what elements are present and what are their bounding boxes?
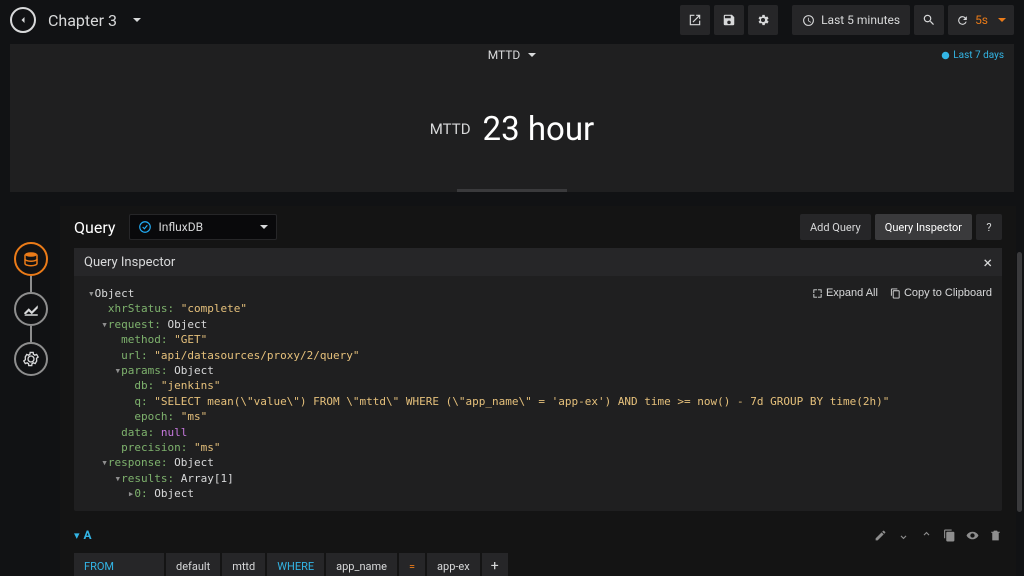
search-icon	[922, 13, 936, 27]
tab-query[interactable]	[14, 242, 48, 276]
refresh-interval-label: 5s	[975, 13, 988, 27]
tab-connector	[30, 276, 32, 292]
tag-value-segment[interactable]: app-ex	[427, 553, 480, 576]
query-row-toggle[interactable]: ▾ A	[74, 528, 92, 542]
arrow-left-icon	[17, 14, 29, 26]
stat-panel: MTTD Last 7 days MTTD 23 hour	[10, 44, 1014, 192]
add-query-button[interactable]: Add Query	[800, 214, 871, 240]
title-caret-icon[interactable]	[133, 18, 141, 22]
save-icon	[722, 13, 736, 27]
time-override-label: Last 7 days	[953, 50, 1004, 61]
help-button[interactable]: ?	[976, 214, 1002, 240]
from-keyword[interactable]: FROM	[74, 553, 164, 576]
operator-segment[interactable]: =	[399, 553, 425, 576]
copy-clipboard-button[interactable]: Copy to Clipboard	[890, 286, 992, 301]
query-row-header: ▾ A	[74, 523, 1002, 547]
refresh-button[interactable]: 5s	[948, 5, 1014, 35]
tab-connector	[30, 326, 32, 342]
panel-resize-handle[interactable]	[457, 189, 567, 192]
retention-policy-segment[interactable]: default	[166, 553, 220, 576]
expand-all-button[interactable]: Expand All	[812, 286, 878, 301]
share-icon	[688, 13, 702, 27]
stat-value-row: MTTD 23 hour	[430, 66, 594, 192]
copy-icon[interactable]	[943, 529, 956, 542]
gear-outline-icon	[22, 350, 40, 368]
datasource-select[interactable]: InfluxDB	[129, 214, 277, 240]
chevron-down-icon: ▾	[74, 529, 80, 542]
database-icon	[22, 250, 40, 268]
top-left-group: Chapter 3	[10, 7, 141, 33]
add-tag-button[interactable]: +	[482, 553, 508, 576]
inspector-body: Expand All Copy to Clipboard ▾Object xhr…	[74, 276, 1002, 511]
eye-icon[interactable]	[966, 529, 979, 542]
refresh-icon	[956, 14, 969, 27]
editor-tab-strip	[14, 242, 48, 376]
query-editor: Query InfluxDB Add Query Query Inspector…	[60, 206, 1016, 576]
dashboard-title[interactable]: Chapter 3	[44, 11, 121, 30]
arrow-down-icon[interactable]	[897, 529, 910, 542]
editor-header-right: Add Query Query Inspector ?	[800, 214, 1002, 240]
back-button[interactable]	[10, 7, 36, 33]
refresh-caret-icon	[998, 18, 1006, 22]
measurement-segment[interactable]: mttd	[222, 553, 265, 576]
datasource-name: InfluxDB	[158, 220, 203, 234]
query-inspector-panel: Query Inspector × Expand All Copy to Cli…	[74, 248, 1002, 511]
inspector-close-button[interactable]: ×	[983, 253, 992, 272]
chart-icon	[22, 300, 40, 318]
editor-header: Query InfluxDB Add Query Query Inspector…	[60, 206, 1016, 248]
editor-header-left: Query InfluxDB	[74, 214, 277, 240]
inspector-actions: Expand All Copy to Clipboard	[812, 286, 992, 301]
clock-icon	[941, 51, 950, 60]
zoom-out-button[interactable]	[914, 5, 944, 35]
inspector-header: Query Inspector ×	[74, 248, 1002, 276]
panel-title-row[interactable]: MTTD	[10, 44, 1014, 66]
query-letter: A	[84, 528, 92, 542]
time-range-button[interactable]: Last 5 minutes	[792, 5, 910, 35]
time-override-indicator[interactable]: Last 7 days	[941, 50, 1004, 61]
stat-value: 23 hour	[483, 110, 595, 149]
datasource-caret-icon	[260, 225, 268, 229]
where-keyword[interactable]: WHERE	[267, 553, 324, 576]
query-builder-row: FROM default mttd WHERE app_name = app-e…	[74, 553, 1002, 576]
save-button[interactable]	[714, 5, 744, 35]
stat-prefix-label: MTTD	[430, 120, 471, 138]
trash-icon[interactable]	[989, 529, 1002, 542]
tag-key-segment[interactable]: app_name	[326, 553, 397, 576]
time-range-label: Last 5 minutes	[821, 13, 900, 27]
editor-tab-label: Query	[74, 218, 115, 237]
panel-caret-icon	[528, 53, 536, 57]
tab-general[interactable]	[14, 342, 48, 376]
panel-title: MTTD	[488, 48, 521, 62]
expand-icon	[812, 288, 823, 299]
clock-icon	[802, 14, 815, 27]
clipboard-icon	[890, 288, 901, 299]
json-tree[interactable]: ▾Object xhrStatus: "complete" ▾request: …	[88, 286, 988, 501]
inspector-title: Query Inspector	[84, 255, 175, 270]
gear-icon	[756, 13, 770, 27]
arrow-up-icon[interactable]	[920, 529, 933, 542]
query-row-actions	[874, 529, 1002, 542]
editor-scrollbar[interactable]	[1017, 252, 1022, 512]
top-bar: Chapter 3 Last 5 minutes 5s	[0, 0, 1024, 40]
top-right-group: Last 5 minutes 5s	[680, 5, 1014, 35]
settings-button[interactable]	[748, 5, 778, 35]
influxdb-icon	[138, 220, 152, 234]
share-button[interactable]	[680, 5, 710, 35]
query-inspector-button[interactable]: Query Inspector	[875, 214, 972, 240]
pencil-icon[interactable]	[874, 529, 887, 542]
tab-visualization[interactable]	[14, 292, 48, 326]
